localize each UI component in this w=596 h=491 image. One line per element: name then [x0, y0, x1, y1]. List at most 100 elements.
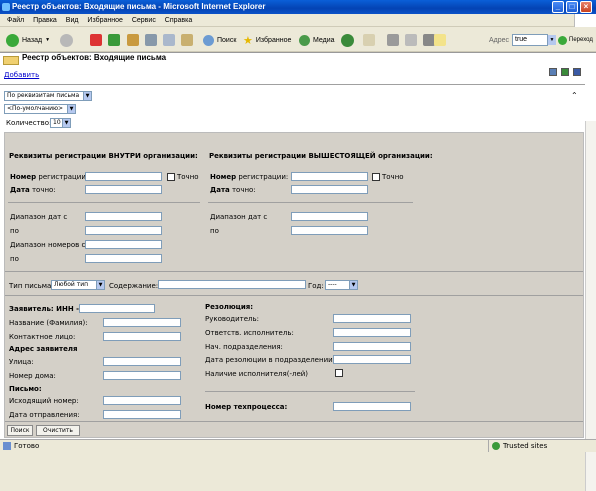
filter-select[interactable]: По реквизитам письма ▼ [4, 91, 92, 101]
date-input[interactable] [85, 185, 162, 194]
forward-button[interactable] [60, 32, 73, 48]
minimize-button[interactable]: _ [552, 1, 564, 13]
inn-input[interactable] [79, 304, 155, 313]
count-select[interactable]: 10 ▼ [50, 118, 71, 128]
stop-button[interactable] [90, 32, 102, 48]
dept-head-input[interactable] [333, 342, 411, 351]
divider [5, 421, 583, 422]
view-grid-icon[interactable] [573, 68, 581, 76]
higher-reg-number-input[interactable] [291, 172, 368, 181]
media-button[interactable]: Медиа [299, 32, 335, 48]
cut-button[interactable] [145, 32, 157, 48]
name-label: Название (Фамилия): [9, 319, 88, 327]
house-input[interactable] [103, 371, 181, 380]
reg-number-input[interactable] [85, 172, 162, 181]
chevron-down-icon: ▼ [45, 37, 51, 43]
paste-button[interactable] [181, 32, 193, 48]
close-button[interactable]: × [580, 1, 592, 13]
head-label: Руководитель: [205, 315, 260, 323]
menu-file[interactable]: Файл [7, 17, 24, 24]
higher-date-input[interactable] [291, 185, 368, 194]
applicant-inn-label: Заявитель: ИНН - [9, 305, 80, 313]
star-icon: ★ [243, 34, 253, 47]
contact-input[interactable] [103, 332, 181, 341]
number-range-label: Диапазон номеров с [10, 241, 86, 249]
letter-type-value: Любой тип [54, 281, 89, 288]
toolbar: Назад ▼ Поиск ★ Избранное Медиа Адрес tr… [0, 28, 596, 52]
search-form: Реквизиты регистрации ВНУТРИ организации… [4, 132, 584, 438]
view-excel-icon[interactable] [561, 68, 569, 76]
divider [8, 202, 200, 203]
date-bold: Дата [10, 186, 30, 194]
reg-number-rest: регистрации: [38, 173, 89, 181]
menu-favorites[interactable]: Избранное [87, 17, 122, 24]
chevron-down-icon: ▼ [83, 92, 91, 100]
menu-edit[interactable]: Правка [33, 17, 57, 24]
clear-button[interactable]: Очистить [36, 425, 80, 436]
exact-number-checkbox[interactable] [167, 173, 175, 181]
name-input[interactable] [103, 318, 181, 327]
techprocess-input[interactable] [333, 402, 411, 411]
print-button[interactable] [387, 32, 399, 48]
letter-type-select[interactable]: Любой тип ▼ [51, 280, 105, 290]
menu-view[interactable]: Вид [66, 17, 79, 24]
edit-button[interactable] [405, 32, 417, 48]
address-bar[interactable]: true [512, 34, 548, 46]
mail-button[interactable] [363, 32, 375, 48]
messenger-button[interactable] [434, 32, 446, 48]
higher-exact-checkbox[interactable] [372, 173, 380, 181]
number-from-input[interactable] [85, 240, 162, 249]
menu-help[interactable]: Справка [165, 17, 192, 24]
refresh-button[interactable] [108, 32, 120, 48]
higher-date-rest: точно: [231, 186, 256, 194]
search-button[interactable]: Поиск [203, 32, 236, 48]
menu-tools[interactable]: Сервис [132, 17, 156, 24]
date-to-label: по [10, 227, 19, 235]
higher-date-bold: Дата [210, 186, 230, 194]
year-select[interactable]: ---- ▼ [325, 280, 358, 290]
window-title: Реестр объектов: Входящие письма - Micro… [12, 2, 266, 11]
view-list-icon[interactable] [549, 68, 557, 76]
maximize-button[interactable]: □ [566, 1, 578, 13]
media-icon [299, 34, 310, 46]
content-input[interactable] [158, 280, 306, 289]
go-button[interactable]: Переход [558, 32, 593, 48]
chevron-down-icon: ▼ [96, 281, 104, 289]
resolution-date-input[interactable] [333, 355, 411, 364]
street-input[interactable] [103, 357, 181, 366]
higher-org-header: Реквизиты регистрации ВЫШЕСТОЯЩЕЙ органи… [209, 152, 433, 160]
higher-date-from-input[interactable] [291, 212, 368, 221]
copy-button[interactable] [163, 32, 175, 48]
contact-label: Контактное лицо: [9, 333, 76, 341]
year-value: ---- [328, 281, 337, 288]
count-label: Количество: [6, 119, 52, 127]
chevron-down-icon: ▼ [62, 119, 70, 127]
chevron-down-icon: ▼ [349, 281, 357, 289]
date-to-input[interactable] [85, 226, 162, 235]
higher-date-to-input[interactable] [291, 226, 368, 235]
home-button[interactable] [127, 32, 139, 48]
has-executor-checkbox[interactable] [335, 369, 343, 377]
history-button[interactable] [341, 32, 354, 48]
sort-select[interactable]: <По-умолчанию> ▼ [4, 104, 76, 114]
address-header: Адрес заявителя [9, 345, 78, 353]
number-to-input[interactable] [85, 254, 162, 263]
back-button[interactable]: Назад ▼ [6, 32, 50, 48]
responsible-input[interactable] [333, 328, 411, 337]
address-dropdown-icon[interactable]: ▼ [548, 35, 556, 45]
favorites-button[interactable]: ★ Избранное [243, 32, 291, 48]
outgoing-number-input[interactable] [103, 396, 181, 405]
divider [5, 295, 583, 296]
resolution-header: Резолюция: [205, 303, 254, 311]
paste-icon [181, 34, 193, 46]
zone-text: Trusted sites [503, 442, 548, 450]
head-input[interactable] [333, 314, 411, 323]
vertical-scrollbar[interactable] [585, 121, 596, 491]
house-label: Номер дома: [9, 372, 56, 380]
date-from-input[interactable] [85, 212, 162, 221]
search-submit-button[interactable]: Поиск [7, 425, 33, 436]
add-link[interactable]: Добавить [4, 71, 39, 79]
street-label: Улица: [9, 358, 34, 366]
send-date-input[interactable] [103, 410, 181, 419]
address-label: Адрес [489, 37, 510, 44]
